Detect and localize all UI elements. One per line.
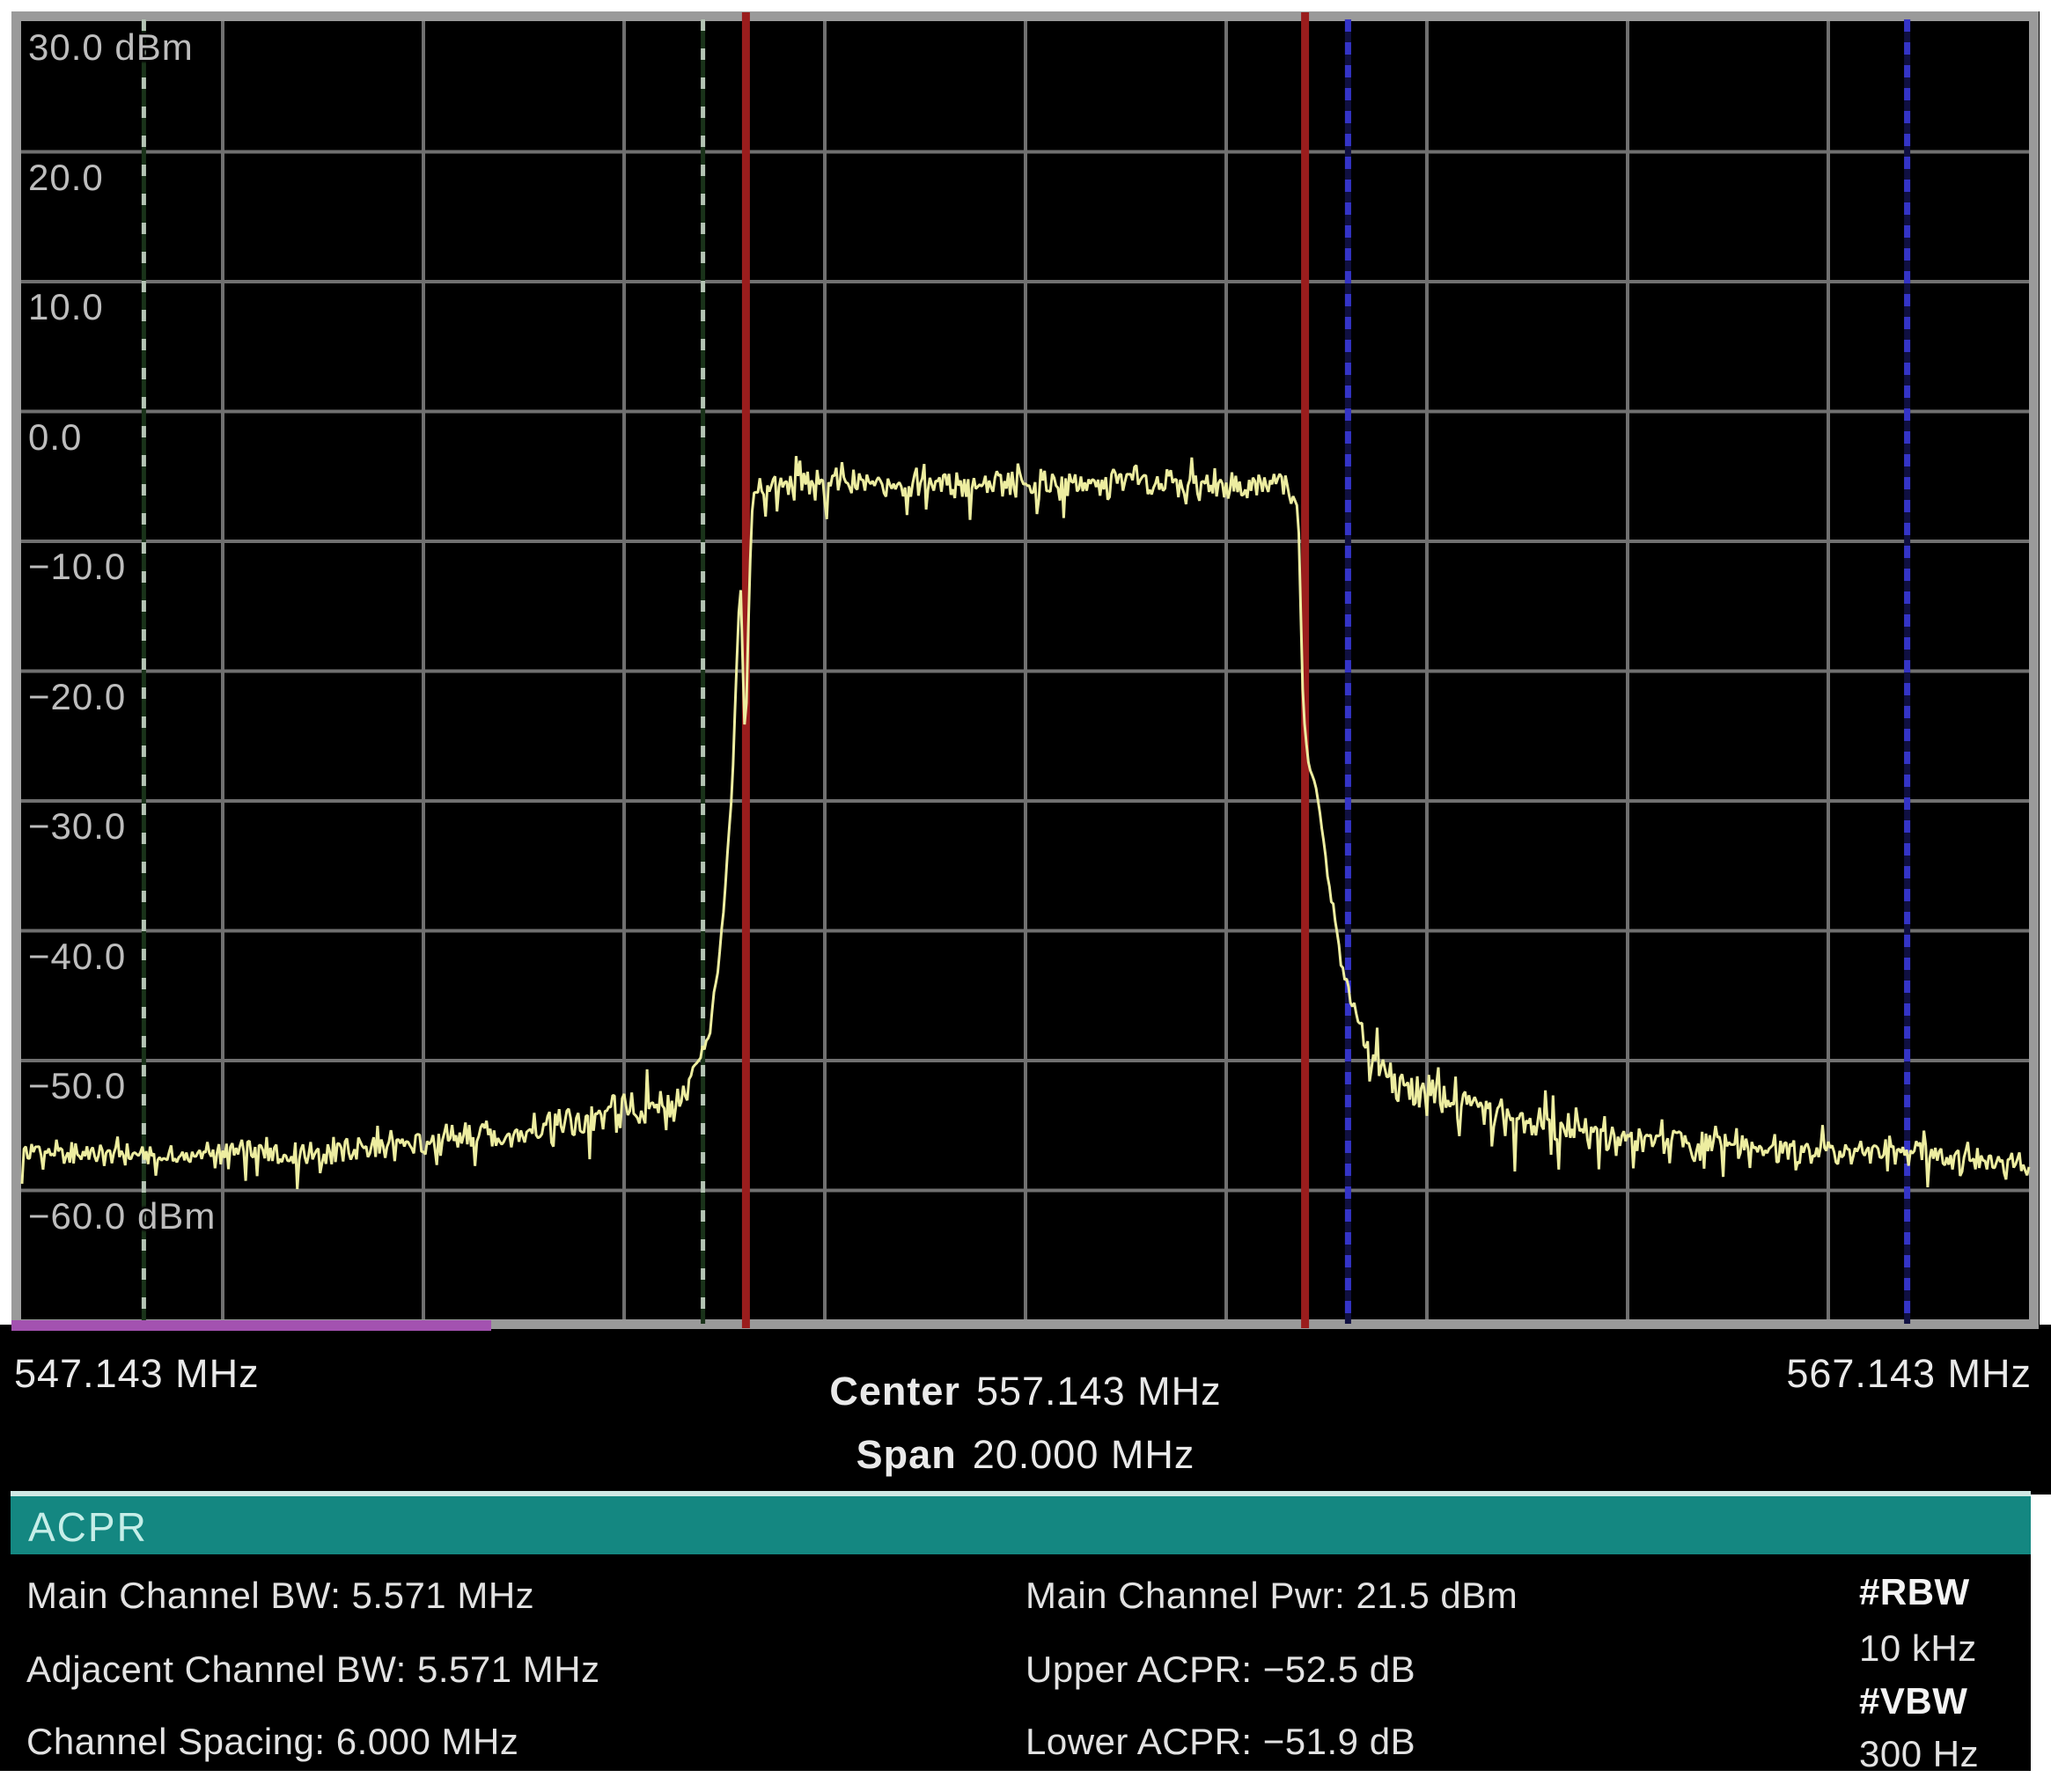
stop-frequency-label: 567.143 MHz — [1786, 1352, 2032, 1396]
main-channel-bw-readout: Main Channel BW: 5.571 MHz — [26, 1575, 534, 1616]
y-axis-label: −40.0 — [28, 936, 126, 977]
adjacent-channel-bw-readout: Adjacent Channel BW: 5.571 MHz — [26, 1649, 600, 1690]
y-axis-label: 30.0 dBm — [28, 27, 194, 68]
spectrum-analyzer-screen: 30.0 dBm 20.0 10.0 0.0 −10.0 −20.0 −30.0 −40.0 −… — [0, 0, 2051, 1792]
y-axis-label: −50.0 — [28, 1066, 126, 1106]
upper-acpr-readout: Upper ACPR: −52.5 dB — [1026, 1649, 1415, 1690]
main-channel-pwr-readout: Main Channel Pwr: 21.5 dBm — [1026, 1575, 1518, 1616]
channel-spacing-readout: Channel Spacing: 6.000 MHz — [26, 1722, 518, 1762]
vbw-value: 300 Hz — [1859, 1734, 1979, 1774]
span-value: 20.000 MHz — [973, 1432, 1195, 1477]
y-axis-label: 20.0 — [28, 158, 104, 198]
spectrum-plot — [0, 0, 2051, 1495]
measurement-title: ACPR — [28, 1503, 148, 1551]
measurement-results-panel: ACPR Main Channel BW: 5.571 MHz Adjacent… — [0, 1495, 2031, 1771]
y-axis-label: −10.0 — [28, 547, 126, 587]
y-axis-label: 10.0 — [28, 287, 104, 327]
y-axis-label: −60.0 dBm — [28, 1196, 216, 1237]
rbw-label: #RBW — [1859, 1572, 1970, 1612]
lower-acpr-readout: Lower ACPR: −51.9 dB — [1026, 1722, 1415, 1762]
center-frequency-label: Center 557.143 MHz — [0, 1370, 2051, 1414]
center-frequency-value: 557.143 MHz — [976, 1369, 1222, 1414]
display-line-indicator — [11, 1320, 491, 1331]
y-axis-label: 0.0 — [28, 417, 82, 458]
span-caption: Span — [856, 1432, 957, 1477]
rbw-value: 10 kHz — [1859, 1628, 1977, 1669]
vbw-label: #VBW — [1859, 1681, 1967, 1722]
center-frequency-caption: Center — [829, 1369, 960, 1414]
y-axis-label: −20.0 — [28, 677, 126, 717]
measurement-title-bar: ACPR — [11, 1491, 2031, 1554]
span-label: Span 20.000 MHz — [0, 1433, 2051, 1477]
y-axis-label: −30.0 — [28, 806, 126, 847]
